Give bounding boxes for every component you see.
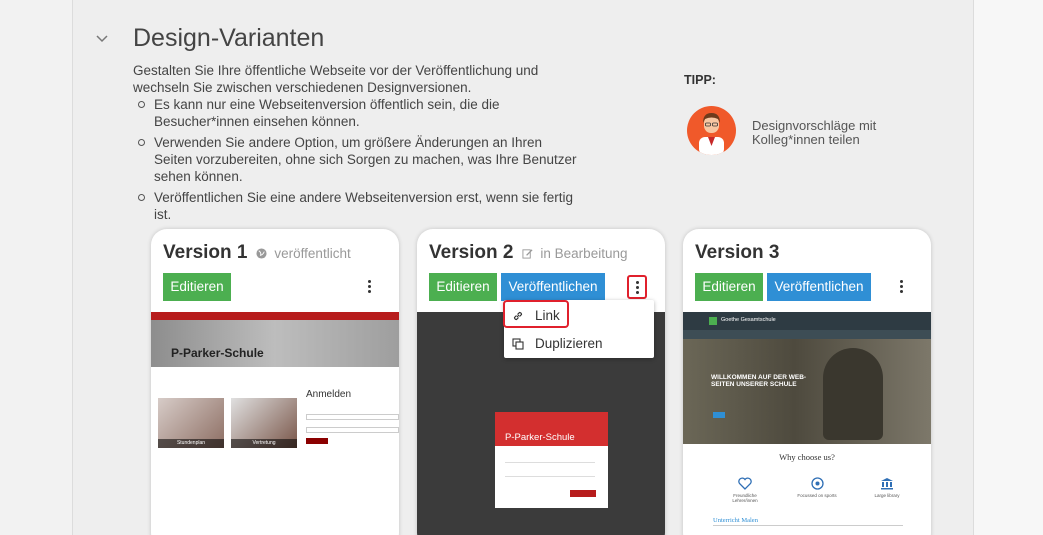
preview-hero <box>683 339 931 444</box>
menu-item-label: Duplizieren <box>535 336 603 351</box>
preview-subheading: Unterricht Malen <box>713 517 758 524</box>
card-header: Version 3 <box>695 242 780 264</box>
edit-pencil-icon <box>522 249 533 259</box>
preview-hero-button <box>713 412 725 418</box>
left-gutter <box>0 0 72 535</box>
section-intro: Gestalten Sie Ihre öffentliche Webseite … <box>133 63 539 95</box>
duplicate-icon <box>512 338 524 350</box>
preview-brand: P-Parker-Schule <box>171 346 264 360</box>
heart-icon <box>738 477 752 490</box>
bullet-list: Es kann nur eine Webseitenversion öffent… <box>133 96 583 227</box>
preview-field <box>505 476 595 477</box>
card-header: Version 2 in Bearbeitung <box>429 242 627 264</box>
preview-feature: Focussed on sports <box>797 477 837 498</box>
preview-login-title: Anmelden <box>306 389 352 400</box>
preview-brand: P-Parker-Schule <box>505 432 575 443</box>
collapse-chevron-icon[interactable] <box>94 30 110 46</box>
preview-field <box>505 462 595 463</box>
version-card-3: Version 3 Editieren Veröffentlichen Goet… <box>683 229 931 535</box>
website-preview[interactable]: P-Parker-Schule Stundenplan Vertretung A… <box>151 312 399 535</box>
bullet-dot-icon <box>138 194 145 201</box>
preview-feature: Freundliche Lehrer/innen <box>725 477 765 503</box>
publish-button[interactable]: Veröffentlichen <box>501 273 605 301</box>
preview-school-name: Goethe Gesamtschule <box>721 317 776 323</box>
link-highlight-frame <box>503 300 569 328</box>
website-preview[interactable]: Goethe Gesamtschule WILLKOMMEN AUF DER W… <box>683 312 931 535</box>
right-gutter <box>974 0 1043 535</box>
publish-button[interactable]: Veröffentlichen <box>767 273 871 301</box>
version-card-1: Version 1 veröffentlicht Editieren P-Par… <box>151 229 399 535</box>
preview-tile: Vertretung <box>231 398 297 448</box>
card-title: Version 1 <box>163 242 248 263</box>
bullet-item: Es kann nur eine Webseitenversion öffent… <box>133 96 583 130</box>
edit-button[interactable]: Editieren <box>163 273 231 301</box>
preview-tile: Stundenplan <box>158 398 224 448</box>
preview-statue-image <box>823 348 883 440</box>
preview-subnav <box>683 330 931 339</box>
preview-why-heading: Why choose us? <box>779 452 835 462</box>
preview-field <box>306 427 399 433</box>
preview-hero-text: WILLKOMMEN AUF DER WEB-SEITEN UNSERER SC… <box>711 374 807 388</box>
card-status: veröffentlicht <box>274 246 351 261</box>
preview-divider <box>713 525 903 526</box>
card-title: Version 2 <box>429 242 514 263</box>
bullet-dot-icon <box>138 139 145 146</box>
preview-feature: Large library <box>867 477 907 498</box>
menu-item-duplicate[interactable]: Duplizieren <box>504 331 654 357</box>
version-card-2: Version 2 in Bearbeitung Editieren Veröf… <box>417 229 665 535</box>
preview-logo-icon <box>709 317 717 325</box>
section-title: Design-Varianten <box>133 24 325 52</box>
card-title: Version 3 <box>695 242 780 263</box>
tip-link-text[interactable]: Designvorschläge mit Kolleg*innen teilen <box>752 119 912 147</box>
edit-button[interactable]: Editieren <box>695 273 763 301</box>
bullet-dot-icon <box>138 101 145 108</box>
bullet-item: Verwenden Sie andere Option, um größere … <box>133 134 583 185</box>
more-options-icon[interactable] <box>893 278 909 296</box>
globe-icon <box>256 248 267 259</box>
more-options-icon[interactable] <box>627 275 647 299</box>
preview-login-button <box>306 438 328 444</box>
preview-login-button <box>570 490 596 497</box>
teacher-avatar-icon[interactable] <box>687 106 736 155</box>
tip-label: TIPP: <box>684 73 716 87</box>
soccer-ball-icon <box>810 477 824 490</box>
edit-button[interactable]: Editieren <box>429 273 497 301</box>
preview-field <box>306 414 399 420</box>
library-building-icon <box>881 478 893 490</box>
preview-nav-bar <box>151 312 399 320</box>
bullet-item: Veröffentlichen Sie eine andere Webseite… <box>133 189 583 223</box>
preview-login-box: P-Parker-Schule <box>495 412 608 508</box>
more-options-icon[interactable] <box>361 278 377 296</box>
card-status: in Bearbeitung <box>540 246 628 261</box>
card-header: Version 1 veröffentlicht <box>163 242 351 264</box>
